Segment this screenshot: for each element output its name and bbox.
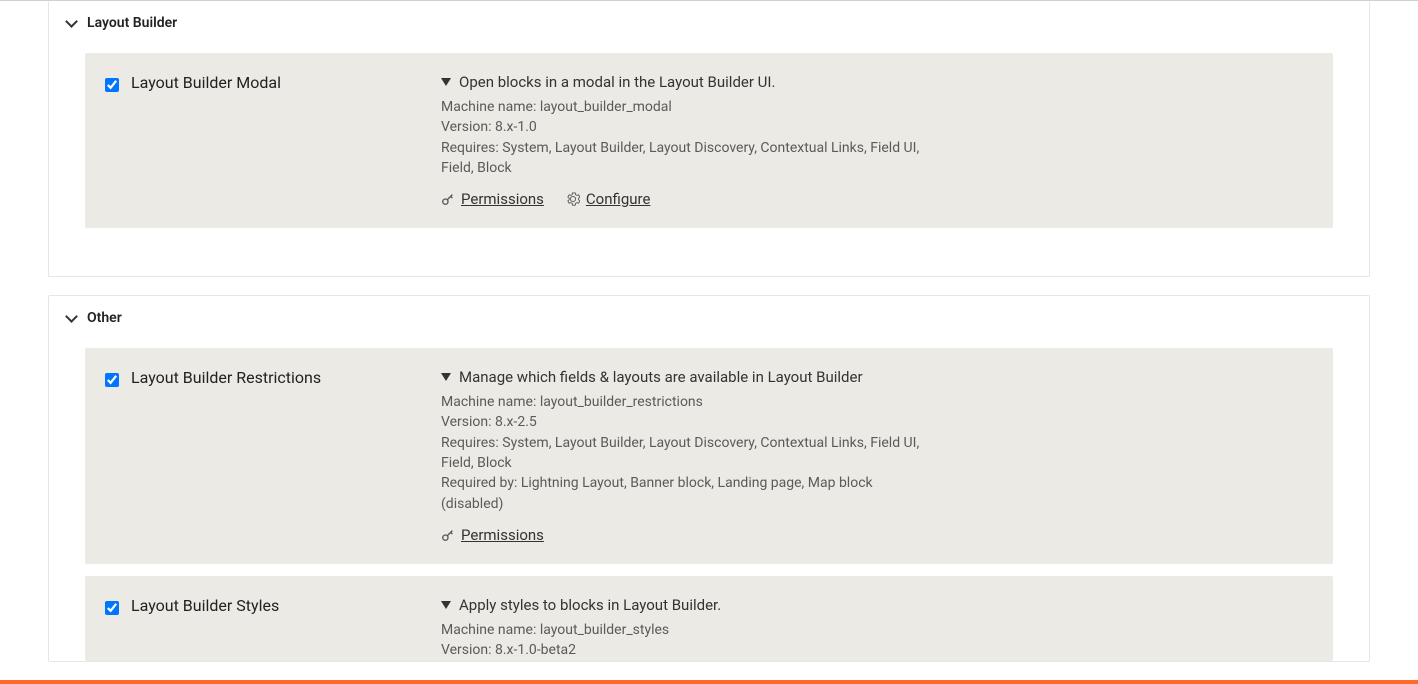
section-title: Other (87, 310, 122, 326)
triangle-down-icon (441, 373, 451, 381)
module-details: Open blocks in a modal in the Layout Bui… (441, 73, 1313, 208)
gear-icon (566, 192, 580, 206)
module-checkbox-wrap (97, 596, 131, 619)
key-icon (441, 528, 455, 542)
module-description: Open blocks in a modal in the Layout Bui… (459, 73, 775, 91)
permissions-link-wrap: Permissions (441, 190, 544, 208)
module-description: Apply styles to blocks in Layout Builder… (459, 596, 721, 614)
module-details: Apply styles to blocks in Layout Builder… (441, 596, 1313, 661)
module-card-layout-builder-restrictions: Layout Builder Restrictions Manage which… (85, 348, 1333, 564)
section-header-other[interactable]: Other (49, 296, 1369, 348)
module-enable-checkbox[interactable] (105, 373, 119, 387)
module-requires: Requires: System, Layout Builder, Layout… (441, 433, 921, 474)
module-version: Version: 8.x-1.0-beta2 (441, 640, 921, 660)
permissions-link[interactable]: Permissions (461, 190, 544, 208)
module-machine-name: Machine name: layout_builder_restriction… (441, 392, 921, 412)
module-name: Layout Builder Restrictions (131, 368, 441, 387)
module-requires: Requires: System, Layout Builder, Layout… (441, 138, 921, 179)
key-icon (441, 192, 455, 206)
module-enable-checkbox[interactable] (105, 78, 119, 92)
module-links: Permissions Configure (441, 190, 1313, 208)
module-name: Layout Builder Modal (131, 73, 441, 92)
bottom-accent-bar (0, 680, 1418, 684)
section-other: Other Layout Builder Restrictions Manage… (48, 295, 1370, 661)
module-machine-name: Machine name: layout_builder_styles (441, 620, 921, 640)
module-version: Version: 8.x-1.0 (441, 117, 921, 137)
triangle-down-icon (441, 601, 451, 609)
configure-link-wrap: Configure (566, 190, 651, 208)
module-version: Version: 8.x-2.5 (441, 412, 921, 432)
module-checkbox-wrap (97, 73, 131, 96)
configure-link[interactable]: Configure (586, 190, 651, 208)
module-name: Layout Builder Styles (131, 596, 441, 615)
module-description-toggle[interactable]: Manage which fields & layouts are availa… (441, 368, 1313, 386)
chevron-down-icon (67, 313, 77, 323)
permissions-link[interactable]: Permissions (461, 526, 544, 544)
module-card-layout-builder-styles: Layout Builder Styles Apply styles to bl… (85, 576, 1333, 661)
module-description: Manage which fields & layouts are availa… (459, 368, 863, 386)
module-description-toggle[interactable]: Open blocks in a modal in the Layout Bui… (441, 73, 1313, 91)
module-card-layout-builder-modal: Layout Builder Modal Open blocks in a mo… (85, 53, 1333, 228)
module-required-by: Required by: Lightning Layout, Banner bl… (441, 473, 921, 514)
module-description-toggle[interactable]: Apply styles to blocks in Layout Builder… (441, 596, 1313, 614)
module-enable-checkbox[interactable] (105, 601, 119, 615)
module-checkbox-wrap (97, 368, 131, 391)
module-details: Manage which fields & layouts are availa… (441, 368, 1313, 544)
module-links: Permissions (441, 526, 1313, 544)
section-layout-builder: Layout Builder Layout Builder Modal Open… (48, 1, 1370, 277)
permissions-link-wrap: Permissions (441, 526, 544, 544)
section-header-layout-builder[interactable]: Layout Builder (49, 1, 1369, 53)
chevron-down-icon (67, 18, 77, 28)
section-title: Layout Builder (87, 15, 177, 31)
module-machine-name: Machine name: layout_builder_modal (441, 97, 921, 117)
triangle-down-icon (441, 78, 451, 86)
